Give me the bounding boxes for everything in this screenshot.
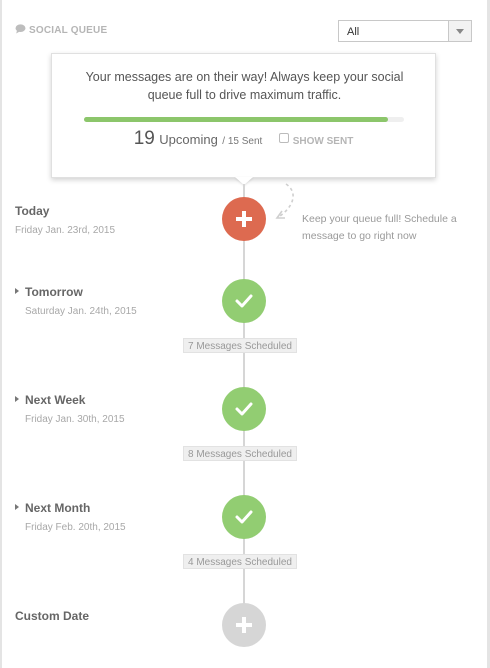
page-title-label: SOCIAL QUEUE — [29, 25, 108, 36]
queue-hint: Keep your queue full! Schedule a message… — [302, 213, 457, 242]
check-icon — [235, 294, 253, 308]
next-month-title[interactable]: Next Month — [25, 501, 90, 515]
left-border — [0, 0, 2, 668]
check-icon — [235, 402, 253, 416]
tomorrow-status-icon[interactable] — [222, 279, 266, 323]
tomorrow-scheduled-badge[interactable]: 7 Messages Scheduled — [183, 338, 297, 353]
today-date: Friday Jan. 23rd, 2015 — [15, 225, 116, 236]
chevron-down-icon[interactable] — [448, 21, 471, 41]
next-week-date: Friday Jan. 30th, 2015 — [25, 414, 125, 425]
check-icon — [235, 510, 253, 524]
custom-date-add-button[interactable] — [222, 603, 266, 647]
next-month-date: Friday Feb. 20th, 2015 — [25, 522, 126, 533]
show-sent-label[interactable]: SHOW SENT — [293, 136, 354, 147]
hint-arrow-icon — [275, 183, 294, 219]
tomorrow-title[interactable]: Tomorrow — [25, 285, 83, 299]
filter-select[interactable]: All — [338, 20, 472, 42]
plus-icon — [236, 617, 252, 633]
queue-status-popover: Your messages are on their way! Always k… — [51, 53, 436, 178]
next-week-scheduled-badge[interactable]: 8 Messages Scheduled — [183, 446, 297, 461]
tomorrow-date: Saturday Jan. 24th, 2015 — [25, 306, 137, 317]
queue-progress-fill — [84, 117, 388, 122]
queue-progress-bar — [84, 117, 404, 122]
show-sent-checkbox[interactable] — [278, 133, 289, 143]
tomorrow-expand-icon[interactable] — [15, 288, 19, 294]
page-title: SOCIAL QUEUE — [15, 24, 107, 37]
next-week-title[interactable]: Next Week — [25, 393, 85, 407]
queue-counts: 19 Upcoming / 15 Sent SHOW SENT — [52, 128, 435, 150]
queue-status-message: Your messages are on their way! Always k… — [85, 70, 404, 102]
speech-bubble-icon — [15, 24, 26, 37]
next-month-status-icon[interactable] — [222, 495, 266, 539]
custom-date-title: Custom Date — [15, 609, 90, 623]
today-title: Today — [15, 204, 50, 218]
next-week-status-icon[interactable] — [222, 387, 266, 431]
plus-icon — [236, 211, 252, 227]
upcoming-label: Upcoming — [159, 132, 218, 147]
next-week-expand-icon[interactable] — [15, 396, 19, 402]
sent-count: / 15 Sent — [222, 136, 263, 147]
filter-selected-value: All — [347, 26, 360, 38]
next-month-expand-icon[interactable] — [15, 504, 19, 510]
upcoming-count: 19 — [133, 128, 155, 149]
next-month-scheduled-badge[interactable]: 4 Messages Scheduled — [183, 554, 297, 569]
today-add-button[interactable] — [222, 197, 266, 241]
